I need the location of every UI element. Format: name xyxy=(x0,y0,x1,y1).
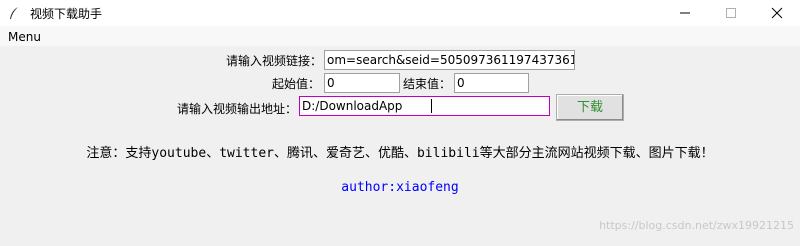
title-bar: 视频下载助手 xyxy=(0,0,800,26)
menu-item-menu[interactable]: Menu xyxy=(8,30,41,44)
start-input[interactable] xyxy=(324,73,400,93)
feather-icon xyxy=(7,5,21,19)
watermark: https://blog.csdn.net/zwx19921215 xyxy=(599,219,794,232)
close-icon xyxy=(771,7,783,19)
output-label: 请输入视频输出地址： xyxy=(177,102,298,116)
menu-bar: Menu xyxy=(0,26,800,47)
close-button[interactable] xyxy=(754,0,800,26)
maximize-button[interactable] xyxy=(708,0,754,26)
minimize-button[interactable] xyxy=(662,0,708,26)
url-label: 请输入视频链接： xyxy=(226,54,323,68)
maximize-icon xyxy=(726,8,736,18)
text-caret xyxy=(431,99,432,113)
support-notice: 注意：支持youtube、twitter、腾讯、爱奇艺、优酷、bilibili等… xyxy=(86,146,714,161)
author-credit: author:xiaofeng xyxy=(341,180,459,195)
minimize-icon xyxy=(680,12,690,14)
output-path-input[interactable] xyxy=(299,96,550,116)
start-label: 起始值： xyxy=(272,77,321,91)
end-input[interactable] xyxy=(454,73,529,93)
window-title: 视频下载助手 xyxy=(30,7,103,21)
url-input[interactable] xyxy=(324,50,575,70)
end-label: 结束值： xyxy=(403,77,452,91)
download-button[interactable]: 下载 xyxy=(556,94,624,121)
